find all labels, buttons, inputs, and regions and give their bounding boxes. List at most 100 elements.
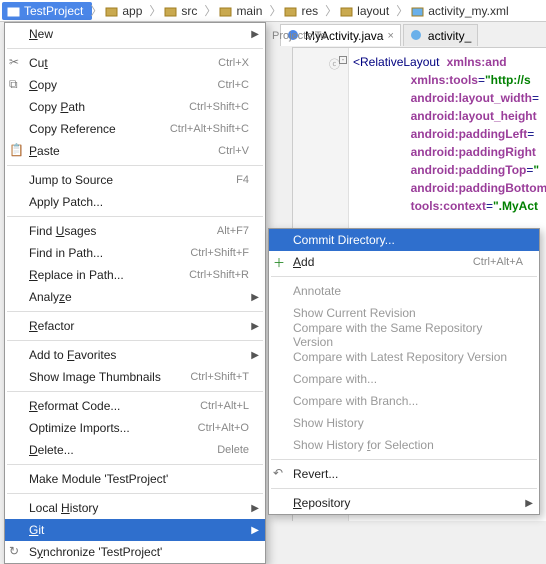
context-menu-item-add-to-favorites[interactable]: Add to Favorites▶ (5, 344, 265, 366)
context-menu-item-git[interactable]: Git▶ (5, 519, 265, 541)
menu-item-label: Cut (29, 56, 218, 70)
context-menu-item-copy[interactable]: ⧉CopyCtrl+C (5, 74, 265, 96)
context-menu-item-jump-to-source[interactable]: Jump to SourceF4 (5, 169, 265, 191)
context-menu-item-show-image-thumbnails[interactable]: Show Image ThumbnailsCtrl+Shift+T (5, 366, 265, 388)
xml-file-icon (411, 4, 425, 18)
menu-item-label: Add (293, 255, 473, 269)
sync-icon: ↻ (9, 544, 25, 560)
menu-item-label: Apply Patch... (29, 195, 249, 209)
menu-item-shortcut: F4 (236, 174, 249, 186)
context-menu-item-reformat-code[interactable]: Reformat Code...Ctrl+Alt+L (5, 395, 265, 417)
menu-item-shortcut: Ctrl+Shift+C (189, 101, 249, 113)
menu-item-label: Compare with... (293, 372, 523, 386)
revert-icon: ↶ (273, 466, 289, 482)
context-menu-item-analyze[interactable]: Analyze▶ (5, 286, 265, 308)
xml-file-icon (410, 29, 424, 43)
close-tab-icon[interactable]: × (387, 30, 393, 42)
git-submenu-item-show-history: Show History (269, 412, 539, 434)
context-menu-item-refactor[interactable]: Refactor▶ (5, 315, 265, 337)
menu-item-label: Compare with Latest Repository Version (293, 350, 523, 364)
context-menu-item-new[interactable]: New▶ (5, 23, 265, 45)
breadcrumb-item-src[interactable]: src (159, 2, 206, 20)
git-submenu-item-revert[interactable]: ↶Revert... (269, 463, 539, 485)
context-menu-item-apply-patch[interactable]: Apply Patch... (5, 191, 265, 213)
breadcrumb-item-main[interactable]: main (214, 2, 271, 20)
context-menu-item-cut[interactable]: ✂CutCtrl+X (5, 52, 265, 74)
context-menu-separator (7, 48, 263, 49)
git-submenu-item-add[interactable]: ＋AddCtrl+Alt+A (269, 251, 539, 273)
context-menu-separator (7, 340, 263, 341)
git-submenu-separator (271, 459, 537, 460)
menu-item-label: Copy Reference (29, 122, 170, 136)
context-menu-item-local-history[interactable]: Local History▶ (5, 497, 265, 519)
menu-item-label: Compare with Branch... (293, 394, 523, 408)
folder-icon (164, 4, 178, 18)
context-menu-separator (7, 216, 263, 217)
tab-label: activity_ (428, 29, 471, 43)
git-submenu-item-compare-with-the-same-repository-version: Compare with the Same Repository Version (269, 324, 539, 346)
menu-item-label: Paste (29, 144, 218, 158)
fold-minus-icon[interactable]: - (339, 56, 347, 64)
context-menu-item-synchronize-testproject[interactable]: ↻ Synchronize 'TestProject' (5, 541, 265, 563)
context-menu-separator (7, 311, 263, 312)
git-submenu: Commit Directory...＋AddCtrl+Alt+A Annotat… (268, 228, 540, 515)
menu-item-label: Copy (29, 78, 218, 92)
git-submenu-item-show-history-for-selection: Show History for Selection (269, 434, 539, 456)
breadcrumb-label: app (122, 4, 142, 18)
context-menu-item-replace-in-path[interactable]: Replace in Path...Ctrl+Shift+R (5, 264, 265, 286)
submenu-arrow-icon: ▶ (251, 292, 259, 303)
breadcrumb-label: main (236, 4, 262, 18)
editor-tab-activity_[interactable]: activity_ (403, 24, 478, 46)
menu-item-label: Analyze (29, 290, 249, 304)
menu-item-label: Show History (293, 416, 523, 430)
breadcrumb-label: res (301, 4, 318, 18)
breadcrumb-item-app[interactable]: app (100, 2, 151, 20)
menu-item-label: Synchronize 'TestProject' (29, 545, 249, 559)
menu-item-label: Reformat Code... (29, 399, 200, 413)
context-menu-separator (7, 391, 263, 392)
menu-item-shortcut: Ctrl+Shift+T (190, 371, 249, 383)
menu-item-label: Make Module 'TestProject' (29, 472, 249, 486)
menu-item-shortcut: Ctrl+V (218, 145, 249, 157)
submenu-arrow-icon: ▶ (251, 321, 259, 332)
context-menu: New▶✂CutCtrl+X⧉CopyCtrl+CCopy PathCtrl+S… (4, 22, 266, 564)
menu-item-shortcut: Delete (217, 444, 249, 456)
cut-icon: ✂ (9, 55, 25, 71)
breadcrumb-item-layout[interactable]: layout (335, 2, 398, 20)
submenu-arrow-icon: ▶ (525, 498, 533, 509)
git-submenu-item-repository[interactable]: Repository▶ (269, 492, 539, 514)
menu-item-shortcut: Alt+F7 (217, 225, 249, 237)
breadcrumb-item-res[interactable]: res (279, 2, 327, 20)
git-submenu-separator (271, 276, 537, 277)
code-view: <RelativeLayout xmlns:and xmlns:tools="h… (353, 54, 546, 216)
folder-icon (284, 4, 298, 18)
context-menu-separator (7, 165, 263, 166)
menu-item-shortcut: Ctrl+Shift+R (189, 269, 249, 281)
git-submenu-item-commit-directory[interactable]: Commit Directory... (269, 229, 539, 251)
menu-item-label: Show Current Revision (293, 306, 523, 320)
menu-item-label: Find Usages (29, 224, 217, 238)
menu-item-shortcut: Ctrl+Alt+Shift+C (170, 123, 249, 135)
breadcrumb-item-testproject[interactable]: TestProject (2, 2, 92, 20)
menu-item-label: Show History for Selection (293, 438, 523, 452)
context-menu-item-make-module-testproject[interactable]: Make Module 'TestProject' (5, 468, 265, 490)
context-menu-item-delete[interactable]: Delete...Delete (5, 439, 265, 461)
menu-item-label: Optimize Imports... (29, 421, 198, 435)
menu-item-label: Local History (29, 501, 249, 515)
context-menu-item-copy-reference[interactable]: Copy ReferenceCtrl+Alt+Shift+C (5, 118, 265, 140)
breadcrumb-item-activity_my-xml[interactable]: activity_my.xml (406, 2, 517, 20)
context-menu-item-paste[interactable]: 📋PasteCtrl+V (5, 140, 265, 162)
context-menu-item-copy-path[interactable]: Copy PathCtrl+Shift+C (5, 96, 265, 118)
folder-icon (7, 4, 21, 18)
git-submenu-item-compare-with-branch: Compare with Branch... (269, 390, 539, 412)
context-menu-item-optimize-imports[interactable]: Optimize Imports...Ctrl+Alt+O (5, 417, 265, 439)
git-submenu-item-annotate: Annotate (269, 280, 539, 302)
breadcrumb-label: TestProject (24, 4, 83, 18)
menu-item-label: Copy Path (29, 100, 189, 114)
context-menu-item-find-in-path[interactable]: Find in Path...Ctrl+Shift+F (5, 242, 265, 264)
menu-item-shortcut: Ctrl+Alt+O (198, 422, 249, 434)
menu-item-label: Find in Path... (29, 246, 190, 260)
context-menu-item-find-usages[interactable]: Find UsagesAlt+F7 (5, 220, 265, 242)
menu-item-label: Delete... (29, 443, 217, 457)
menu-item-label: Annotate (293, 284, 523, 298)
